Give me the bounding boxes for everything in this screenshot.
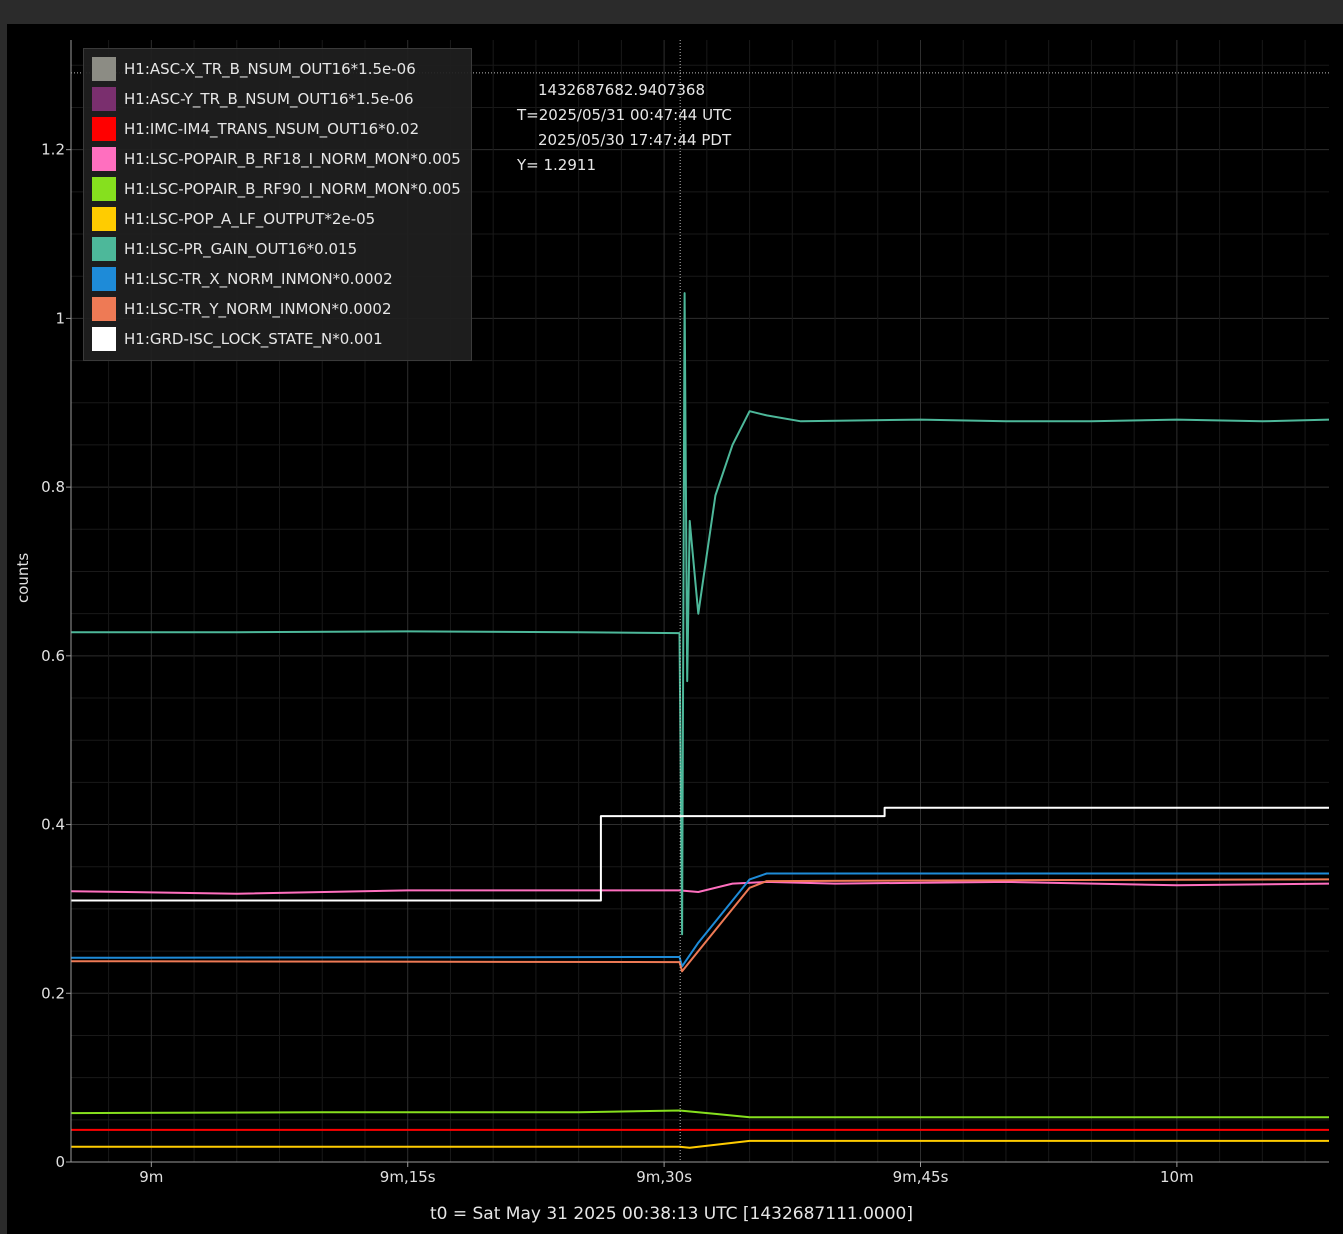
series-line [70,880,1330,895]
legend-label: H1:LSC-PR_GAIN_OUT16*0.015 [124,240,358,258]
legend-swatch [92,207,116,231]
legend-item[interactable]: H1:LSC-POP_A_LF_OUTPUT*2e-05 [92,207,375,231]
cursor-readout: 1432687682.9407368 T=2025/05/31 00:47:44… [517,78,732,178]
legend-swatch [92,177,116,201]
y-tick-label: 0.8 [41,478,65,496]
series-line [71,1139,1329,1149]
legend-label: H1:ASC-Y_TR_B_NSUM_OUT16*1.5e-06 [124,90,414,108]
y-tick-label: 1.2 [41,141,65,159]
legend[interactable]: H1:ASC-X_TR_B_NSUM_OUT16*1.5e-06 H1:ASC-Y… [83,48,472,361]
legend-item[interactable]: H1:LSC-POPAIR_B_RF90_I_NORM_MON*0.005 [92,177,461,201]
cursor-y-value: Y= 1.2911 [517,156,596,174]
legend-swatch [92,87,116,111]
y-tick-label: 1 [55,309,65,327]
legend-item[interactable]: H1:LSC-TR_Y_NORM_INMON*0.0002 [92,297,392,321]
legend-swatch [92,327,116,351]
series-line [70,1109,1329,1119]
cursor-pdt-time: 2025/05/30 17:47:44 PDT [538,131,732,149]
y-tick-label: 0.2 [41,984,65,1002]
series-line [71,806,1329,902]
legend-swatch [92,147,116,171]
cursor-gps-time: 1432687682.9407368 [538,81,706,99]
legend-item[interactable]: H1:ASC-Y_TR_B_NSUM_OUT16*1.5e-06 [92,87,414,111]
y-tick-label: 0.4 [41,816,65,834]
legend-label: H1:ASC-X_TR_B_NSUM_OUT16*1.5e-06 [124,60,416,78]
legend-item[interactable]: H1:ASC-X_TR_B_NSUM_OUT16*1.5e-06 [92,57,416,81]
x-tick-label: 9m,45s [893,1168,949,1186]
legend-swatch [92,237,116,261]
legend-label: H1:LSC-TR_Y_NORM_INMON*0.0002 [124,300,392,318]
legend-item[interactable]: H1:GRD-ISC_LOCK_STATE_N*0.001 [92,327,383,351]
legend-label: H1:LSC-TR_X_NORM_INMON*0.0002 [124,270,393,288]
legend-swatch [92,57,116,81]
legend-label: H1:LSC-POPAIR_B_RF90_I_NORM_MON*0.005 [124,180,461,198]
x-tick-label: 9m,15s [380,1168,436,1186]
legend-swatch [92,297,116,321]
y-tick-label: 0.6 [41,647,65,665]
series-line [70,872,1329,968]
cursor-utc-time: 2025/05/31 00:47:44 UTC [538,106,732,124]
legend-item[interactable]: H1:LSC-TR_X_NORM_INMON*0.0002 [92,267,393,291]
x-tick-label: 9m [139,1168,163,1186]
cursor-t-prefix: T= [517,106,539,124]
legend-swatch [92,267,116,291]
x-tick-label: 10m [1160,1168,1194,1186]
y-tick-label: 0 [55,1153,65,1171]
x-tick-label: 9m,30s [636,1168,692,1186]
legend-label: H1:LSC-POP_A_LF_OUTPUT*2e-05 [124,210,376,228]
legend-label: H1:IMC-IM4_TRANS_NSUM_OUT16*0.02 [124,120,420,138]
x-axis-label: t0 = Sat May 31 2025 00:38:13 UTC [14326… [429,1204,913,1224]
legend-item[interactable]: H1:LSC-POPAIR_B_RF18_I_NORM_MON*0.005 [92,147,461,171]
legend-swatch [92,117,116,141]
y-axis-label: counts [14,552,32,603]
legend-item[interactable]: H1:LSC-PR_GAIN_OUT16*0.015 [92,237,357,261]
legend-label: H1:LSC-POPAIR_B_RF18_I_NORM_MON*0.005 [124,150,461,168]
legend-item[interactable]: H1:IMC-IM4_TRANS_NSUM_OUT16*0.02 [92,117,419,141]
series-lines [70,292,1330,1149]
legend-label: H1:GRD-ISC_LOCK_STATE_N*0.001 [124,330,383,348]
